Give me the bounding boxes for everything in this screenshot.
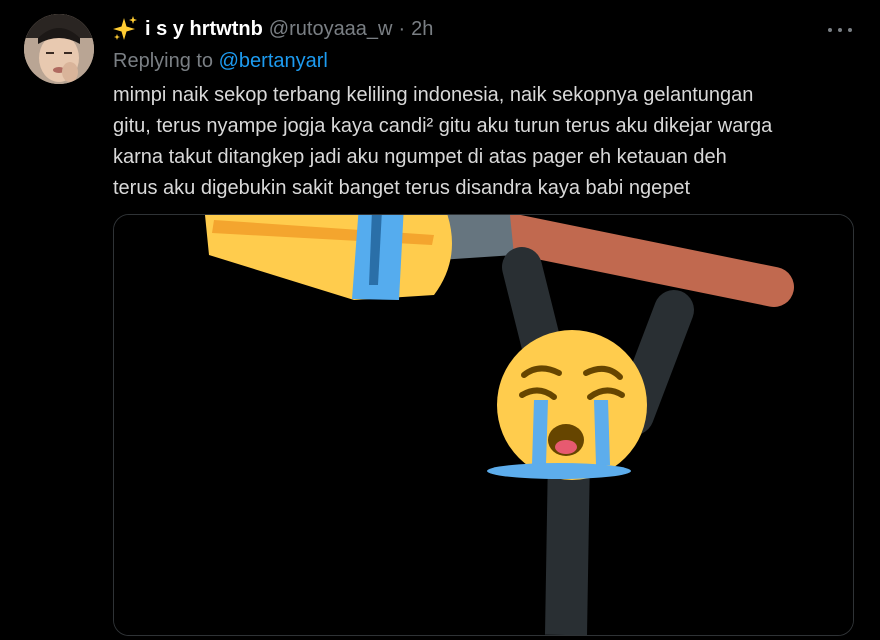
tweet-header: i s y hrtwtnb @rutoyaaa_w · 2h	[113, 14, 433, 44]
more-options-icon[interactable]	[828, 20, 852, 40]
avatar[interactable]	[24, 14, 94, 84]
display-name[interactable]: i s y hrtwtnb	[145, 14, 263, 44]
timestamp[interactable]: 2h	[411, 14, 433, 44]
tweet-text: mimpi naik sekop terbang keliling indone…	[113, 80, 853, 204]
tweet-media[interactable]	[113, 214, 854, 636]
dot-icon	[838, 28, 842, 32]
user-handle[interactable]: @rutoyaaa_w	[269, 14, 393, 44]
tweet-text-line: gitu, terus nyampe jogja kaya candi² git…	[113, 115, 773, 137]
tweet-text-line: karna takut ditangkep jadi aku ngumpet d…	[113, 146, 727, 168]
dot-icon	[848, 28, 852, 32]
reply-prefix: Replying to	[113, 50, 214, 72]
separator-dot: ·	[398, 18, 406, 40]
tweet-text-line: terus aku digebukin sakit banget terus d…	[113, 177, 691, 199]
replying-to: Replying to @bertanyarl	[113, 46, 328, 76]
tweet-text-line: mimpi naik sekop terbang keliling indone…	[113, 84, 754, 106]
sparkles-icon	[113, 16, 137, 40]
reply-mention-link[interactable]: @bertanyarl	[219, 50, 328, 72]
avatar-photo	[24, 14, 94, 84]
crying-face-hanging-broom-icon	[114, 215, 853, 635]
dot-icon	[828, 28, 832, 32]
